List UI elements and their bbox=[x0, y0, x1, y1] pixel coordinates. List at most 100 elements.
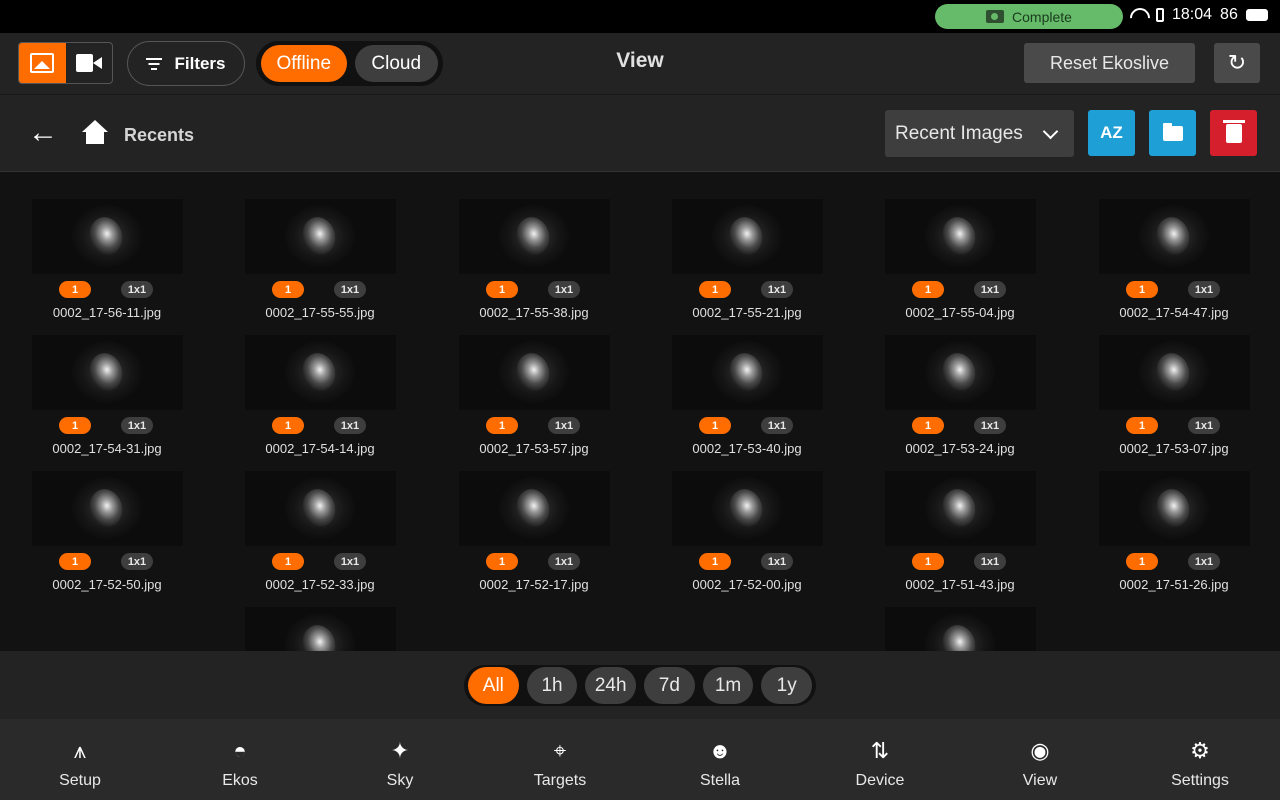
image-tile[interactable]: 1 1x1 0002_17-53-24.jpg bbox=[860, 335, 1060, 465]
usb-debug-icon bbox=[1156, 8, 1164, 22]
binning-badge: 1x1 bbox=[974, 417, 1006, 434]
move-to-folder-button[interactable] bbox=[1149, 110, 1196, 156]
reset-ekoslive-button[interactable]: Reset Ekoslive bbox=[1024, 43, 1195, 83]
nav-item-ekos[interactable]: ◓ Ekos bbox=[160, 719, 320, 800]
image-thumbnail[interactable] bbox=[32, 335, 183, 410]
file-name: 0002_17-55-21.jpg bbox=[692, 305, 802, 320]
image-thumbnail[interactable] bbox=[1099, 199, 1250, 274]
image-thumbnail[interactable] bbox=[245, 471, 396, 546]
image-tile[interactable]: 1 1x1 0002_17-52-50.jpg bbox=[7, 471, 207, 601]
sort-alphabetical-button[interactable]: AZ bbox=[1088, 110, 1135, 156]
breadcrumb: Recents bbox=[124, 125, 195, 145]
images-mode-button[interactable] bbox=[19, 43, 66, 83]
videos-mode-button[interactable] bbox=[66, 43, 113, 83]
capture-status-text: Complete bbox=[1012, 8, 1072, 25]
nav-item-stella[interactable]: ☻ Stella bbox=[640, 719, 800, 800]
image-tile[interactable]: 1 1x1 0002_17-52-00.jpg bbox=[647, 471, 847, 601]
filters-label: Filters bbox=[174, 53, 226, 73]
nav-item-settings[interactable]: ⚙ Settings bbox=[1120, 719, 1280, 800]
home-icon[interactable] bbox=[82, 120, 108, 146]
binning-badge: 1x1 bbox=[1188, 553, 1220, 570]
battery-level: 86 bbox=[1220, 6, 1238, 23]
filters-button[interactable]: Filters bbox=[127, 41, 245, 86]
binning-badge: 1x1 bbox=[761, 281, 793, 298]
image-thumbnail[interactable] bbox=[885, 607, 1036, 651]
image-source-dropdown[interactable]: Recent Images bbox=[885, 110, 1074, 157]
binning-badge: 1x1 bbox=[761, 553, 793, 570]
frame-count-badge: 1 bbox=[272, 417, 304, 434]
nav-item-device[interactable]: ⇅ Device bbox=[800, 719, 960, 800]
image-tile[interactable]: 1 1x1 0002_17-53-07.jpg bbox=[1074, 335, 1274, 465]
breadcrumb-bar: ← Recents Recent Images AZ bbox=[0, 94, 1280, 172]
time-filter-all[interactable]: All bbox=[468, 667, 519, 704]
nav-label: Settings bbox=[1171, 772, 1229, 789]
dropdown-value: Recent Images bbox=[895, 122, 1023, 144]
frame-count-badge: 1 bbox=[486, 553, 518, 570]
file-name: 0002_17-56-11.jpg bbox=[52, 305, 162, 320]
sparkles-icon: ✦ bbox=[390, 738, 410, 763]
image-thumbnail[interactable] bbox=[885, 471, 1036, 546]
image-thumbnail[interactable] bbox=[32, 471, 183, 546]
binning-badge: 1x1 bbox=[1188, 417, 1220, 434]
binning-badge: 1x1 bbox=[548, 417, 580, 434]
image-thumbnail[interactable] bbox=[1099, 471, 1250, 546]
time-filter-1m[interactable]: 1m bbox=[702, 667, 754, 704]
refresh-button[interactable]: ↻ bbox=[1214, 43, 1260, 83]
assistant-head-icon: ☻ bbox=[708, 738, 732, 763]
frame-count-badge: 1 bbox=[699, 553, 731, 570]
top-toolbar: Filters Offline Cloud View Reset Ekosliv… bbox=[0, 33, 1280, 94]
chevron-down-icon bbox=[1042, 123, 1059, 140]
time-filter-1y[interactable]: 1y bbox=[761, 667, 813, 704]
image-tile[interactable]: 1 1x1 0002_17-54-14.jpg bbox=[220, 335, 420, 465]
file-name: 0002_17-53-07.jpg bbox=[1119, 441, 1229, 456]
image-grid: 1 1x1 0002_17-56-11.jpg 1 1x1 0002_17-55-55.j… bbox=[0, 172, 1280, 651]
nav-item-targets[interactable]: ⌖ Targets bbox=[480, 719, 640, 800]
offline-tab[interactable]: Offline bbox=[261, 45, 347, 82]
image-thumbnail[interactable] bbox=[1099, 335, 1250, 410]
cloud-tab[interactable]: Cloud bbox=[354, 45, 438, 82]
binning-badge: 1x1 bbox=[121, 417, 153, 434]
binning-badge: 1x1 bbox=[548, 281, 580, 298]
image-thumbnail[interactable] bbox=[672, 335, 823, 410]
frame-count-badge: 1 bbox=[59, 417, 91, 434]
time-filter-24h[interactable]: 24h bbox=[585, 667, 637, 704]
capture-status-pill: Complete bbox=[935, 4, 1123, 29]
image-tile[interactable]: 1 1x1 0002_17-55-21.jpg bbox=[647, 199, 847, 329]
image-tile[interactable]: 1 1x1 0002_17-52-33.jpg bbox=[220, 471, 420, 601]
nav-item-setup[interactable]: ⩚ Setup bbox=[0, 719, 160, 800]
image-tile[interactable]: 1 1x1 0002_17-55-38.jpg bbox=[434, 199, 634, 329]
time-filter-1h[interactable]: 1h bbox=[526, 667, 578, 704]
time-filter-7d[interactable]: 7d bbox=[644, 667, 695, 704]
image-tile[interactable]: 1 1x1 0002_17-55-55.jpg bbox=[220, 199, 420, 329]
image-tile[interactable]: 1 1x1 0002_17-51-43.jpg bbox=[860, 471, 1060, 601]
image-tile[interactable]: 1 1x1 0002_17-51-26.jpg bbox=[1074, 471, 1274, 601]
image-thumbnail[interactable] bbox=[885, 199, 1036, 274]
nav-item-sky[interactable]: ✦ Sky bbox=[320, 719, 480, 800]
image-thumbnail[interactable] bbox=[32, 199, 183, 274]
image-thumbnail[interactable] bbox=[672, 199, 823, 274]
delete-button[interactable] bbox=[1210, 110, 1257, 156]
image-tile[interactable]: 1 1x1 0002_17-56-11.jpg bbox=[7, 199, 207, 329]
image-tile[interactable]: 1 1x1 0002_17-53-40.jpg bbox=[647, 335, 847, 465]
image-tile[interactable]: 1 1x1 0002_17-52-17.jpg bbox=[434, 471, 634, 601]
trash-icon bbox=[1222, 119, 1245, 143]
image-thumbnail[interactable] bbox=[459, 199, 610, 274]
image-thumbnail[interactable] bbox=[459, 335, 610, 410]
image-thumbnail[interactable] bbox=[885, 335, 1036, 410]
nav-item-view[interactable]: ◉ View bbox=[960, 719, 1120, 800]
image-thumbnail[interactable] bbox=[459, 471, 610, 546]
frame-count-badge: 1 bbox=[1126, 553, 1158, 570]
image-thumbnail[interactable] bbox=[672, 471, 823, 546]
image-tile[interactable]: 1 1x1 0002_17-54-31.jpg bbox=[7, 335, 207, 465]
image-tile[interactable]: 1 1x1 0002_17-53-57.jpg bbox=[434, 335, 634, 465]
back-arrow-icon[interactable]: ← bbox=[28, 118, 58, 149]
image-thumbnail[interactable] bbox=[245, 335, 396, 410]
gear-icon: ⚙ bbox=[1190, 738, 1210, 763]
image-tile[interactable]: 1 1x1 0002_17-55-04.jpg bbox=[860, 199, 1060, 329]
image-thumbnail[interactable] bbox=[245, 607, 396, 651]
binning-badge: 1x1 bbox=[548, 553, 580, 570]
file-name: 0002_17-51-26.jpg bbox=[1119, 577, 1229, 592]
image-tile[interactable]: 1 1x1 0002_17-54-47.jpg bbox=[1074, 199, 1274, 329]
image-thumbnail[interactable] bbox=[245, 199, 396, 274]
file-name: 0002_17-51-43.jpg bbox=[905, 577, 1015, 592]
